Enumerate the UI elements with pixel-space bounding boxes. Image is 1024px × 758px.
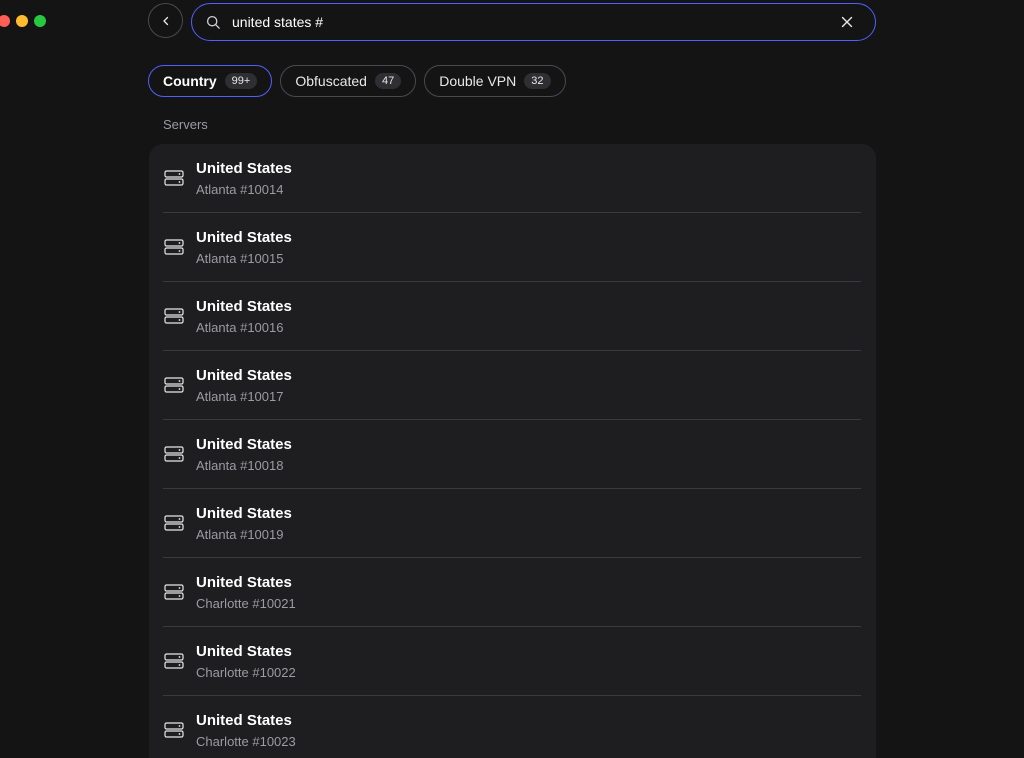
server-icon bbox=[164, 377, 184, 393]
chevron-left-icon bbox=[161, 16, 171, 26]
filter-chip-count: 32 bbox=[524, 73, 551, 89]
filter-chip-label: Country bbox=[163, 73, 217, 89]
server-icon bbox=[164, 239, 184, 255]
server-country: United States bbox=[196, 229, 292, 246]
server-country: United States bbox=[196, 160, 292, 177]
server-name: Atlanta #10016 bbox=[196, 320, 284, 335]
filter-chip-count: 47 bbox=[374, 73, 402, 89]
server-row[interactable]: United States Charlotte #10022 bbox=[149, 627, 876, 696]
server-name: Atlanta #10018 bbox=[196, 458, 284, 473]
search-icon bbox=[206, 14, 222, 30]
server-icon bbox=[164, 653, 184, 669]
server-name: Charlotte #10022 bbox=[196, 665, 296, 680]
server-country: United States bbox=[196, 643, 292, 660]
server-row[interactable]: United States Charlotte #10023 bbox=[149, 696, 876, 758]
filter-chip-label: Double VPN bbox=[439, 73, 517, 89]
server-icon bbox=[164, 515, 184, 531]
server-country: United States bbox=[196, 436, 292, 453]
search-bar bbox=[191, 3, 876, 41]
close-icon bbox=[841, 16, 853, 28]
server-name: Charlotte #10021 bbox=[196, 596, 296, 611]
server-row[interactable]: United States Charlotte #10021 bbox=[149, 558, 876, 627]
server-icon bbox=[164, 308, 184, 324]
app-window: Country 99+ Obfuscated 47 Double VPN 32 … bbox=[0, 0, 1024, 758]
server-row[interactable]: United States Atlanta #10015 bbox=[149, 213, 876, 282]
filter-chip-country[interactable]: Country 99+ bbox=[148, 65, 273, 97]
server-country: United States bbox=[196, 367, 292, 384]
server-icon bbox=[164, 170, 184, 186]
server-name: Atlanta #10017 bbox=[196, 389, 284, 404]
server-country: United States bbox=[196, 298, 292, 315]
server-country: United States bbox=[196, 505, 292, 522]
server-name: Atlanta #10019 bbox=[196, 527, 284, 542]
server-row[interactable]: United States Atlanta #10019 bbox=[149, 489, 876, 558]
server-row[interactable]: United States Atlanta #10016 bbox=[149, 282, 876, 351]
zoom-window-button[interactable] bbox=[34, 15, 46, 27]
server-row[interactable]: United States Atlanta #10018 bbox=[149, 420, 876, 489]
close-window-button[interactable] bbox=[0, 15, 10, 27]
server-country: United States bbox=[196, 574, 292, 591]
clear-search-button[interactable] bbox=[837, 12, 857, 32]
back-button[interactable] bbox=[148, 3, 183, 38]
filter-chip-obfuscated[interactable]: Obfuscated 47 bbox=[280, 65, 417, 97]
server-icon bbox=[164, 584, 184, 600]
section-heading-servers: Servers bbox=[163, 117, 208, 132]
server-name: Atlanta #10015 bbox=[196, 251, 284, 266]
server-list: United States Atlanta #10014 United Stat… bbox=[149, 144, 876, 758]
window-controls bbox=[0, 15, 46, 27]
server-name: Charlotte #10023 bbox=[196, 734, 296, 749]
server-row[interactable]: United States Atlanta #10014 bbox=[149, 144, 876, 213]
server-name: Atlanta #10014 bbox=[196, 182, 284, 197]
filter-chip-label: Obfuscated bbox=[295, 73, 367, 89]
minimize-window-button[interactable] bbox=[16, 15, 28, 27]
search-input[interactable] bbox=[230, 13, 837, 31]
server-country: United States bbox=[196, 712, 292, 729]
server-row[interactable]: United States Atlanta #10017 bbox=[149, 351, 876, 420]
server-icon bbox=[164, 722, 184, 738]
filter-chip-count: 99+ bbox=[224, 73, 258, 89]
filter-chips: Country 99+ Obfuscated 47 Double VPN 32 bbox=[148, 65, 566, 97]
filter-chip-double-vpn[interactable]: Double VPN 32 bbox=[424, 65, 566, 97]
server-icon bbox=[164, 446, 184, 462]
